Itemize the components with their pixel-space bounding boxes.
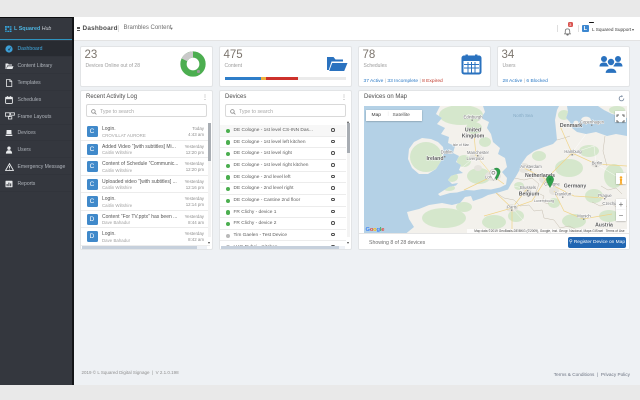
svg-text:Ireland: Ireland bbox=[426, 156, 443, 162]
svg-text:North Sea: North Sea bbox=[513, 113, 533, 118]
svg-text:Luxembourg: Luxembourg bbox=[534, 199, 554, 203]
svg-text:Germany: Germany bbox=[563, 183, 586, 189]
svg-text:Brussels: Brussels bbox=[519, 185, 535, 190]
svg-text:Hamburg: Hamburg bbox=[564, 149, 582, 154]
svg-text:Frankfurt: Frankfurt bbox=[554, 191, 572, 196]
svg-text:Belgium: Belgium bbox=[518, 191, 539, 197]
svg-text:Denmark: Denmark bbox=[559, 123, 581, 129]
svg-text:Liverpool: Liverpool bbox=[466, 156, 483, 161]
svg-text:Prague: Prague bbox=[598, 193, 612, 198]
svg-text:Munich: Munich bbox=[577, 213, 591, 218]
svg-text:Isle of Man: Isle of Man bbox=[452, 143, 469, 147]
svg-text:Manchester: Manchester bbox=[467, 150, 489, 155]
svg-text:Dublin: Dublin bbox=[440, 149, 453, 154]
svg-text:Kingdom: Kingdom bbox=[461, 133, 484, 139]
svg-text:Paris: Paris bbox=[507, 204, 517, 209]
svg-text:Copenhagen: Copenhagen bbox=[580, 119, 605, 124]
svg-text:Berlin: Berlin bbox=[591, 160, 602, 165]
svg-text:Edinburgh: Edinburgh bbox=[463, 114, 483, 119]
svg-text:Amsterdam: Amsterdam bbox=[520, 164, 542, 169]
svg-text:Austria: Austria bbox=[595, 222, 613, 228]
